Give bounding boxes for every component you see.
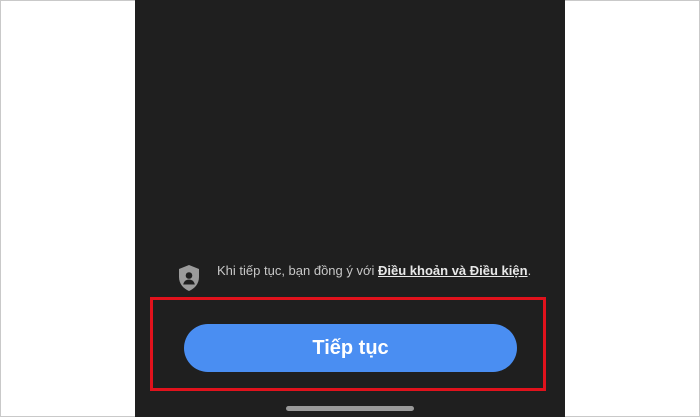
- home-indicator[interactable]: [286, 406, 414, 411]
- consent-prefix: Khi tiếp tục, bạn đồng ý với: [217, 263, 379, 278]
- consent-suffix: .: [527, 263, 532, 278]
- highlight-box: [150, 297, 546, 391]
- terms-consent: Khi tiếp tục, bạn đồng ý với Điều khoản …: [177, 262, 537, 292]
- terms-and-conditions-link[interactable]: Điều khoản và Điều kiện: [378, 263, 528, 278]
- shield-user-icon: [179, 265, 199, 291]
- terms-consent-text: Khi tiếp tục, bạn đồng ý với Điều khoản …: [217, 262, 531, 279]
